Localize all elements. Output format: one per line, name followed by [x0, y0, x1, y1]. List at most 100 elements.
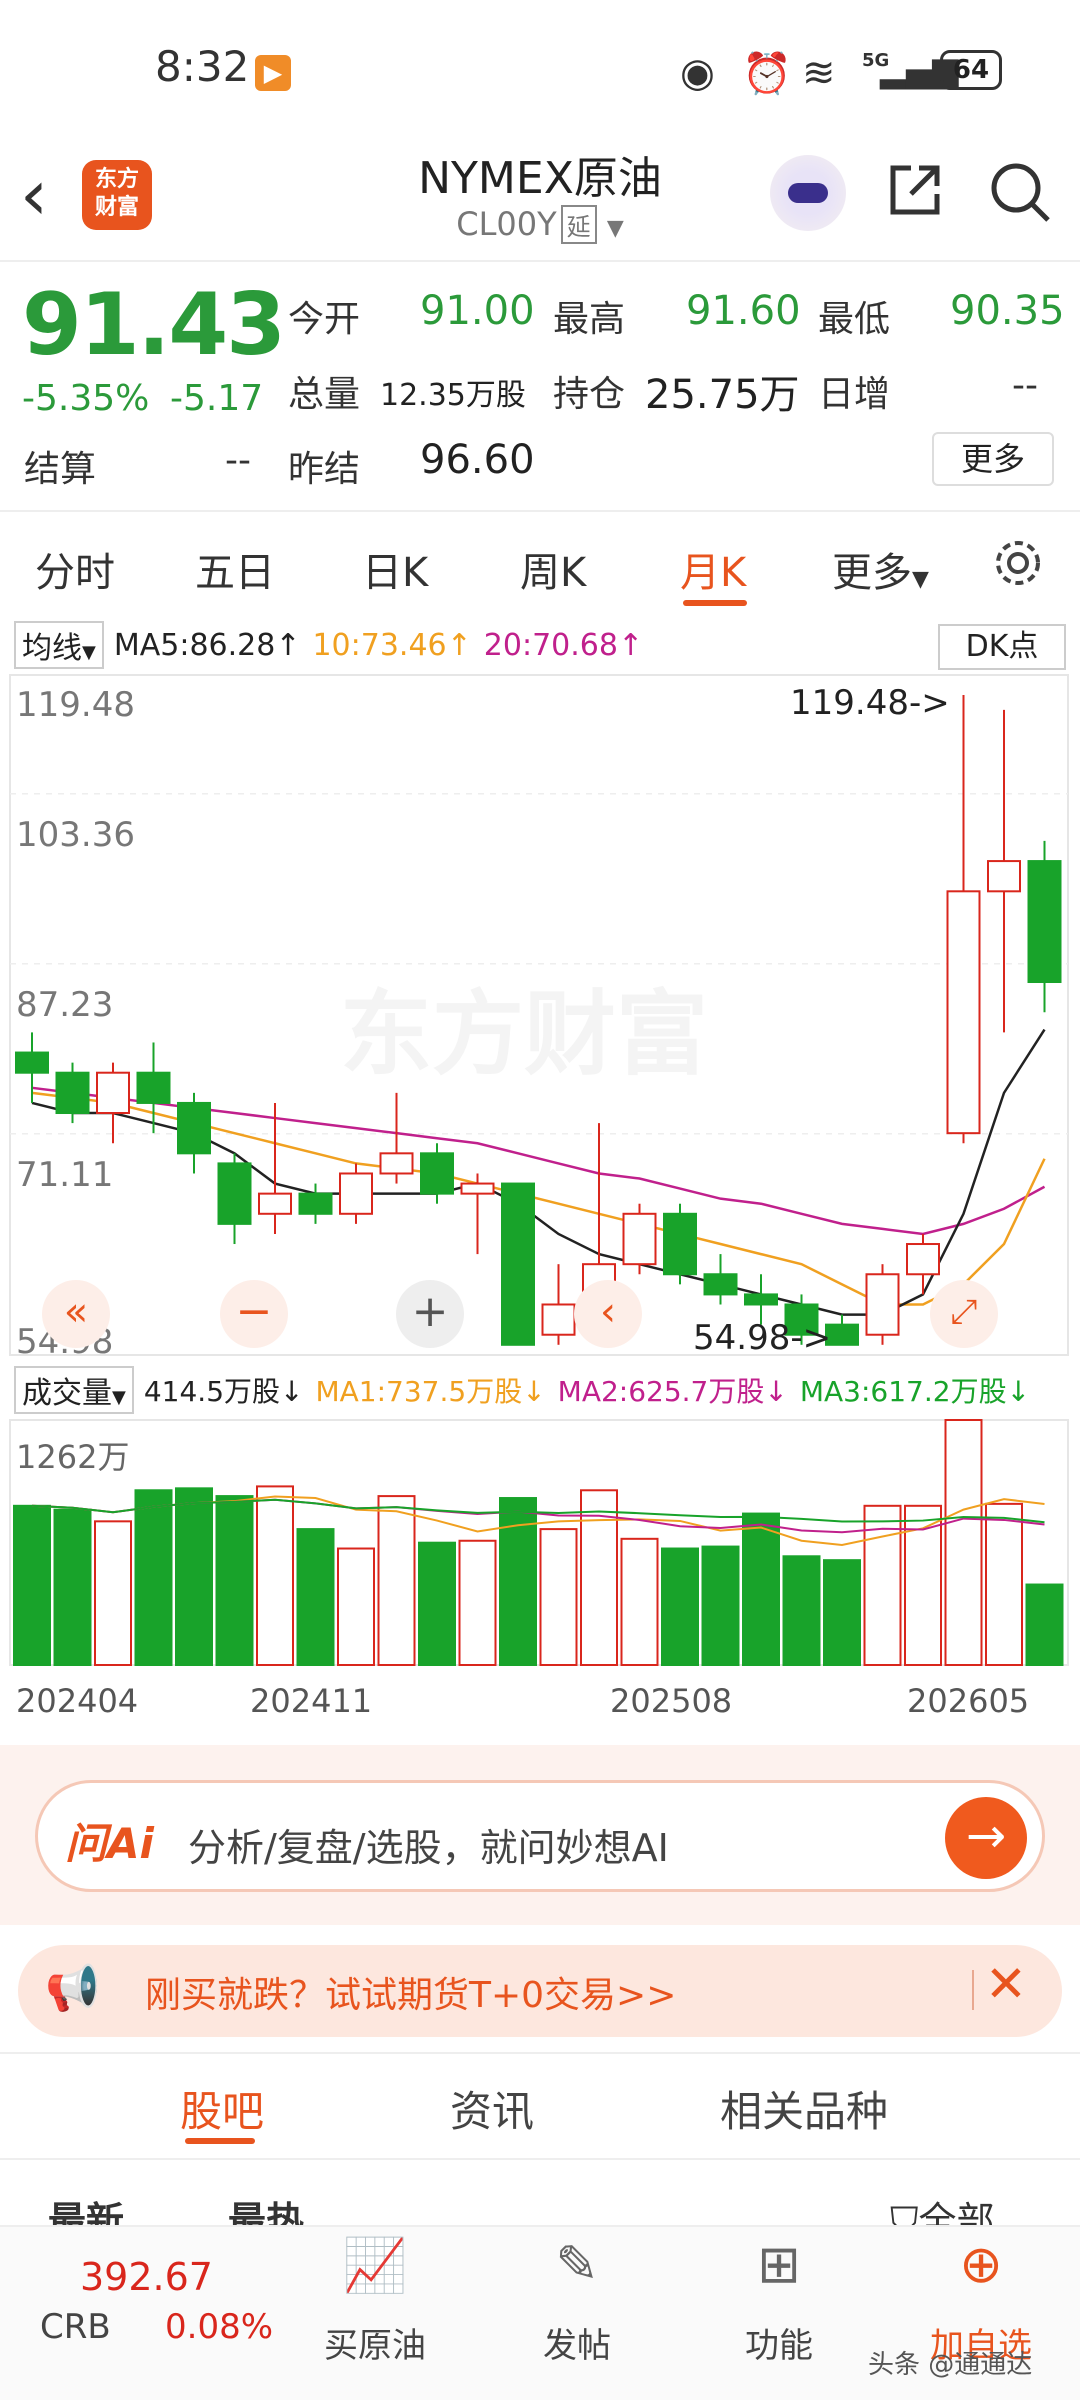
- dk-point-button[interactable]: DK点: [938, 624, 1066, 670]
- kline-chart[interactable]: [0, 620, 1080, 1750]
- ma5-value: MA5:86.28↑: [113, 627, 301, 663]
- tab-intraday[interactable]: 分时: [35, 540, 115, 598]
- buy-chart-icon[interactable]: 📈: [305, 2235, 445, 2296]
- more-quote-button[interactable]: 更多: [932, 432, 1054, 486]
- candle-body: [339, 1172, 373, 1215]
- tab-more[interactable]: 更多▼: [832, 540, 929, 598]
- candle-body: [55, 1071, 90, 1115]
- candle-body: [298, 1192, 333, 1215]
- watermark-text: 头条 @通通达: [868, 2350, 1033, 2380]
- ai-robot-avatar[interactable]: [770, 155, 846, 231]
- volume-select[interactable]: 成交量▼: [14, 1366, 134, 1414]
- ma-select-label: 均线: [22, 631, 82, 666]
- nav-post[interactable]: 发帖: [507, 2318, 647, 2367]
- nav-buy-crude[interactable]: 买原油: [305, 2318, 445, 2367]
- volume-bar: [418, 1541, 456, 1666]
- volume-legend: 成交量▼ 414.5万股↓ MA1:737.5万股↓ MA2:625.7万股↓ …: [14, 1365, 1030, 1415]
- volume-bar: [701, 1545, 740, 1667]
- fullscreen-icon[interactable]: ⤢: [930, 1280, 998, 1348]
- tab-more-label: 更多: [832, 550, 912, 596]
- status-bar: 8:32 ▶ ◉ ⏰ ≋ 5G ▂▄▆ 64: [0, 0, 1080, 140]
- vol-ma2: MA2:625.7万股↓: [557, 1375, 788, 1408]
- low-label: 最低: [818, 299, 891, 340]
- media-play-icon: ▶: [255, 55, 291, 91]
- volume-bar: [539, 1528, 578, 1667]
- volume-bar: [944, 1419, 983, 1666]
- volume-bar: [215, 1495, 254, 1667]
- max-annotation: 119.48->: [790, 683, 950, 723]
- x-tick: 202508: [610, 1682, 733, 1720]
- scroll-left-fast-icon[interactable]: «: [42, 1280, 110, 1348]
- share-icon[interactable]: [885, 160, 945, 220]
- volume-bar: [985, 1502, 1023, 1666]
- open-interest-label: 持仓: [553, 374, 626, 415]
- volume-bar: [296, 1528, 335, 1667]
- prev-settle-label: 昨结: [288, 449, 361, 490]
- tab-weekly-k[interactable]: 周K: [520, 540, 586, 598]
- vol-ma3: MA3:617.2万股↓: [799, 1375, 1031, 1408]
- volume-value: 12.35万股: [380, 378, 526, 413]
- tab-news[interactable]: 资讯: [450, 2078, 534, 2139]
- promo-text[interactable]: 刚买就跌？试试期货T+0交易>>: [145, 1966, 676, 2018]
- candle-body: [177, 1101, 211, 1155]
- daily-increase-label: 日增: [818, 374, 891, 415]
- daily-increase-value: --: [1012, 365, 1038, 406]
- crb-index-name: CRB: [40, 2307, 111, 2347]
- min-annotation: 54.98->: [693, 1318, 832, 1358]
- tab-daily-k[interactable]: 日K: [362, 540, 428, 598]
- alarm-icon: ⏰: [742, 51, 792, 97]
- volume-value: 414.5万股↓: [143, 1375, 304, 1408]
- y-tick: 71.11: [16, 1155, 114, 1195]
- y-tick: 103.36: [16, 815, 135, 855]
- volume-select-label: 成交量: [22, 1376, 112, 1411]
- ma-select[interactable]: 均线▼: [14, 621, 104, 669]
- candle-body: [420, 1152, 454, 1195]
- low-value: 90.35: [950, 288, 1065, 334]
- close-icon[interactable]: ✕: [985, 1955, 1027, 2013]
- ma-legend: 均线▼ MA5:86.28↑ 10:73.46↑ 20:70.68↑: [14, 620, 643, 670]
- volume-bar: [1025, 1583, 1064, 1667]
- grid-icon[interactable]: ⊞: [709, 2235, 849, 2295]
- candle-body: [379, 1152, 414, 1175]
- scroll-left-icon[interactable]: ‹: [574, 1280, 642, 1348]
- prev-settle-value: 96.60: [420, 437, 535, 483]
- arrow-right-icon[interactable]: →: [945, 1797, 1027, 1879]
- candle-body: [865, 1273, 900, 1336]
- add-circle-icon[interactable]: ⊕: [911, 2235, 1051, 2295]
- volume-bar: [53, 1508, 92, 1666]
- open-value: 91.00: [420, 288, 535, 334]
- tab-monthly-k[interactable]: 月K: [680, 540, 746, 598]
- zoom-out-icon[interactable]: −: [220, 1280, 288, 1348]
- zoom-in-icon[interactable]: +: [396, 1280, 464, 1348]
- tab-five-day[interactable]: 五日: [195, 540, 275, 598]
- x-tick: 202411: [250, 1682, 373, 1720]
- tab-related[interactable]: 相关品种: [720, 2078, 888, 2139]
- forum-tab-indicator: [185, 2138, 255, 2144]
- change-amount: -5.17: [170, 378, 264, 419]
- candle-body: [946, 890, 981, 1135]
- megaphone-icon: 📢: [45, 1963, 100, 2014]
- search-icon[interactable]: [988, 160, 1052, 224]
- candle-body: [987, 860, 1021, 893]
- settle-value: --: [225, 440, 251, 481]
- ma10-value: 10:73.46↑: [312, 627, 472, 663]
- volume-bar: [782, 1555, 821, 1667]
- ma20-value: 20:70.68↑: [483, 627, 644, 663]
- candle-body: [703, 1273, 738, 1296]
- crb-index-value[interactable]: 392.67: [80, 2255, 213, 2299]
- candle-body: [96, 1071, 130, 1115]
- settings-gear-icon[interactable]: [990, 535, 1046, 591]
- volume-label: 总量: [288, 374, 361, 415]
- nav-functions[interactable]: 功能: [709, 2318, 849, 2367]
- clock: 8:32: [155, 42, 250, 91]
- candle-body: [15, 1051, 49, 1074]
- volume-bar: [94, 1520, 132, 1666]
- y-tick: 119.48: [16, 685, 135, 725]
- caret-down-icon: ▼: [82, 642, 96, 663]
- tab-forum[interactable]: 股吧: [180, 2078, 264, 2139]
- volume-bar: [823, 1559, 861, 1666]
- change-percent: -5.35%: [22, 378, 150, 419]
- candle-body: [217, 1162, 252, 1225]
- caret-down-icon: ▼: [912, 567, 929, 592]
- edit-icon[interactable]: ✎: [507, 2235, 647, 2295]
